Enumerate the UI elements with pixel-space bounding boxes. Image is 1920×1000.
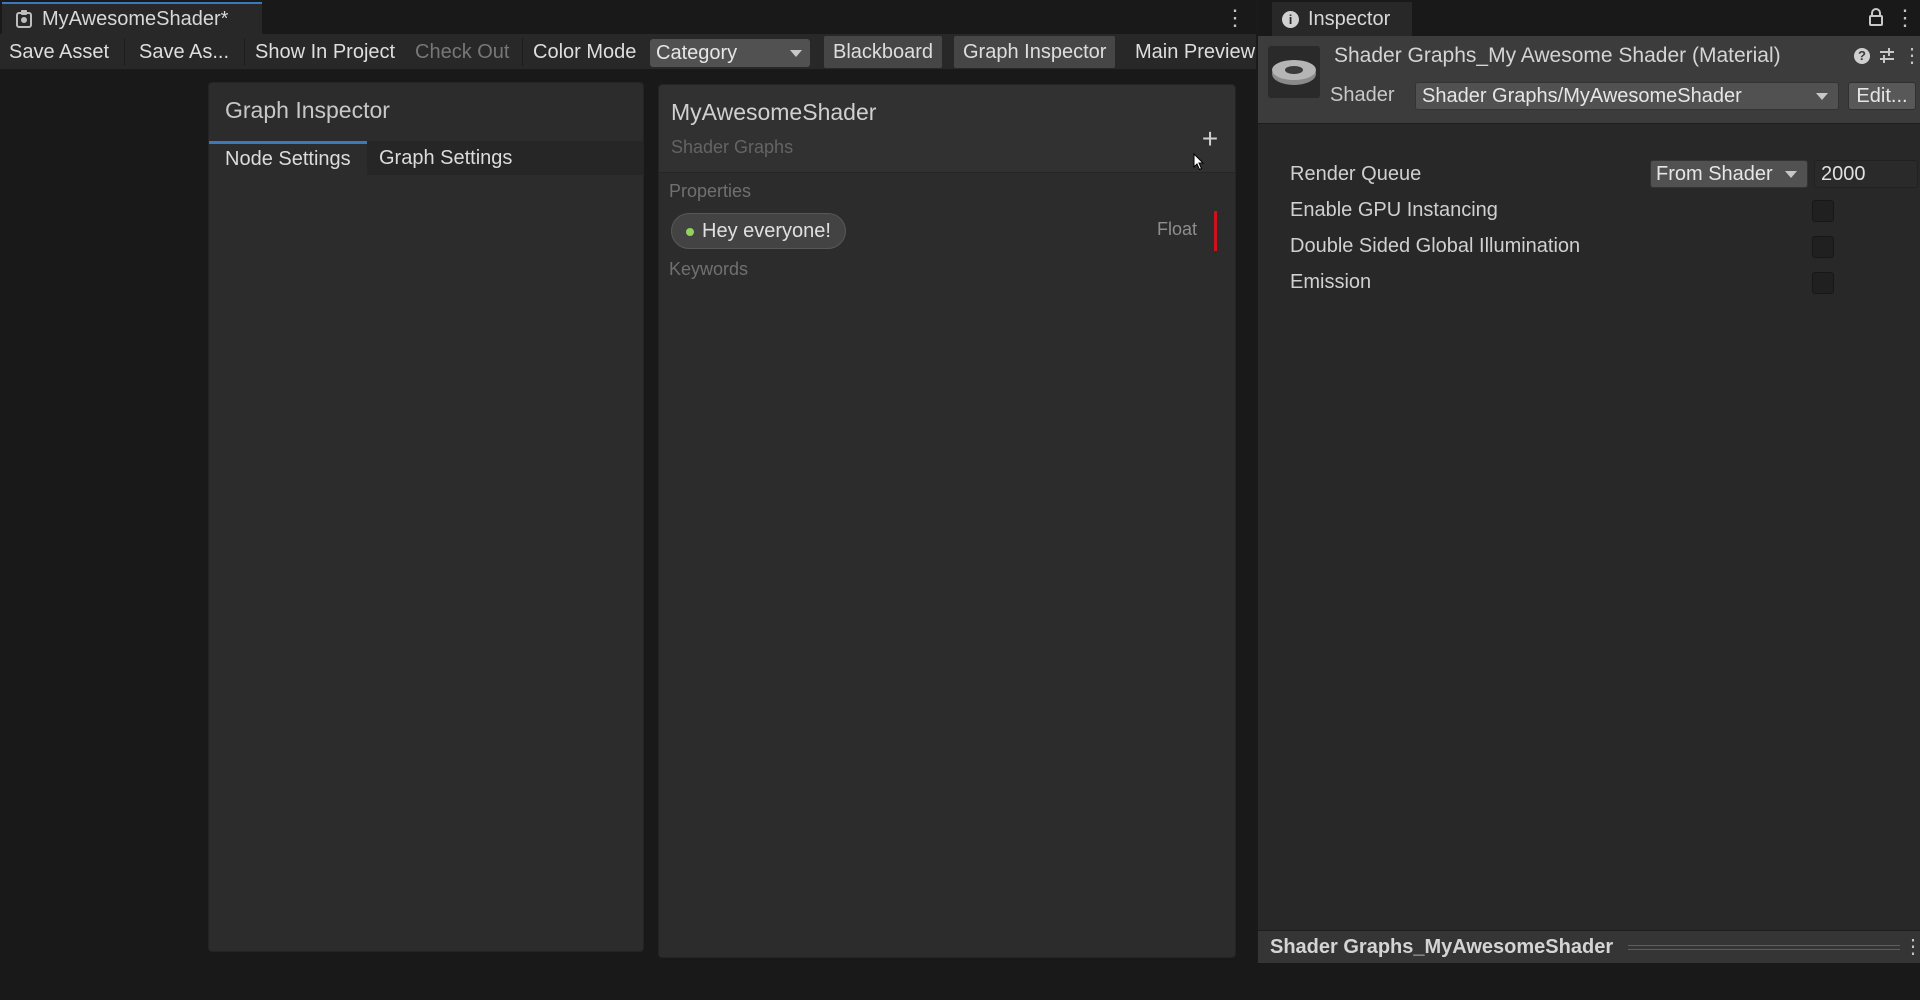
inspector-footer: Shader Graphs_MyAwesomeShader ⋮ — [1258, 930, 1920, 963]
graph-inspector-panel: Graph Inspector Node Settings Graph Sett… — [208, 82, 644, 952]
blackboard-toggle-button[interactable]: Blackboard — [824, 36, 943, 68]
shader-label: Shader — [1330, 84, 1395, 106]
material-header: Shader Graphs_My Awesome Shader (Materia… — [1258, 36, 1920, 124]
render-queue-mode-value: From Shader — [1656, 163, 1773, 185]
gpu-instancing-checkbox[interactable] — [1812, 200, 1834, 222]
dropdown-arrow-icon — [1816, 93, 1828, 100]
footer-divider — [1628, 945, 1900, 950]
property-name: Hey everyone! — [702, 220, 831, 242]
render-queue-label: Render Queue — [1290, 163, 1422, 185]
tab-graph-settings[interactable]: Graph Settings — [363, 141, 528, 175]
blackboard-subtitle: Shader Graphs — [671, 137, 794, 157]
save-as-button[interactable]: Save As... — [130, 36, 238, 68]
check-out-button[interactable]: Check Out — [406, 36, 518, 68]
shader-graph-window: MyAwesomeShader* ⋮ Save Asset Save As...… — [0, 0, 1256, 963]
property-category-marker — [1214, 211, 1217, 251]
status-bar — [0, 963, 1920, 1000]
shader-graph-tab-title: MyAwesomeShader* — [42, 7, 229, 30]
blackboard-title: MyAwesomeShader — [671, 99, 877, 125]
inspector-options-kebab-icon[interactable]: ⋮ — [1894, 6, 1916, 30]
edit-shader-button[interactable]: Edit... — [1848, 82, 1916, 110]
preset-sliders-icon[interactable] — [1878, 46, 1896, 66]
show-in-project-button[interactable]: Show In Project — [246, 36, 404, 68]
keywords-section-label: Keywords — [669, 259, 749, 279]
footer-asset-title: Shader Graphs_MyAwesomeShader — [1270, 936, 1614, 958]
emission-checkbox[interactable] — [1812, 272, 1834, 294]
property-type-label: Float — [1157, 219, 1198, 239]
plus-icon[interactable]: + — [1197, 125, 1223, 153]
color-mode-label: Color Mode — [533, 41, 637, 63]
toolbar-divider — [522, 38, 523, 66]
double-sided-gi-checkbox[interactable] — [1812, 236, 1834, 258]
shader-dropdown[interactable]: Shader Graphs/MyAwesomeShader — [1415, 82, 1839, 110]
inspector-tab[interactable]: i Inspector — [1272, 2, 1412, 36]
lock-icon[interactable] — [1868, 8, 1884, 26]
render-queue-value-field[interactable]: 2000 — [1814, 160, 1918, 188]
property-pill[interactable]: Hey everyone! — [671, 213, 846, 249]
color-mode-dropdown[interactable]: Category — [650, 39, 810, 67]
gpu-instancing-label: Enable GPU Instancing — [1290, 199, 1498, 221]
inspector-window: i Inspector ⋮ Shader Graphs_My Awesome S… — [1256, 0, 1920, 963]
dropdown-arrow-icon — [1785, 171, 1797, 178]
help-icon[interactable]: ? — [1854, 48, 1870, 64]
tab-node-settings[interactable]: Node Settings — [209, 141, 367, 175]
toolbar-divider — [124, 38, 125, 66]
graph-inspector-tabs: Node Settings Graph Settings — [209, 141, 643, 175]
shader-graph-tab-bar: MyAwesomeShader* ⋮ — [0, 0, 1256, 34]
material-options-kebab-icon[interactable]: ⋮ — [1902, 44, 1920, 68]
render-queue-mode-dropdown[interactable]: From Shader — [1650, 160, 1808, 188]
properties-section-label: Properties — [669, 181, 752, 201]
material-preview-thumbnail — [1268, 46, 1320, 98]
property-exposed-dot-icon — [686, 228, 694, 236]
blackboard-header[interactable]: MyAwesomeShader Shader Graphs + — [659, 85, 1235, 173]
shader-graph-icon — [14, 9, 34, 29]
color-mode-value: Category — [656, 42, 738, 64]
graph-inspector-title: Graph Inspector — [225, 97, 390, 123]
main-preview-toggle-button[interactable]: Main Preview — [1126, 36, 1256, 68]
graph-inspector-toggle-button[interactable]: Graph Inspector — [954, 36, 1116, 68]
window-options-kebab-icon[interactable]: ⋮ — [1224, 6, 1246, 30]
double-sided-gi-label: Double Sided Global Illumination — [1290, 235, 1581, 257]
shader-value: Shader Graphs/MyAwesomeShader — [1422, 85, 1742, 107]
save-asset-button[interactable]: Save Asset — [0, 36, 118, 68]
footer-options-kebab-icon[interactable]: ⋮ — [1903, 935, 1920, 959]
inspector-tab-title: Inspector — [1308, 7, 1391, 30]
dropdown-arrow-icon — [790, 50, 802, 57]
inspector-tab-bar: i Inspector ⋮ — [1258, 0, 1920, 36]
material-name: Shader Graphs_My Awesome Shader (Materia… — [1334, 44, 1781, 67]
blackboard-panel: MyAwesomeShader Shader Graphs + Properti… — [658, 84, 1236, 958]
info-icon: i — [1282, 10, 1299, 28]
shader-graph-toolbar: Save Asset Save As... Show In Project Ch… — [0, 34, 1256, 70]
shader-graph-tab[interactable]: MyAwesomeShader* — [2, 2, 262, 34]
toolbar-divider — [244, 38, 245, 66]
emission-label: Emission — [1290, 271, 1372, 293]
